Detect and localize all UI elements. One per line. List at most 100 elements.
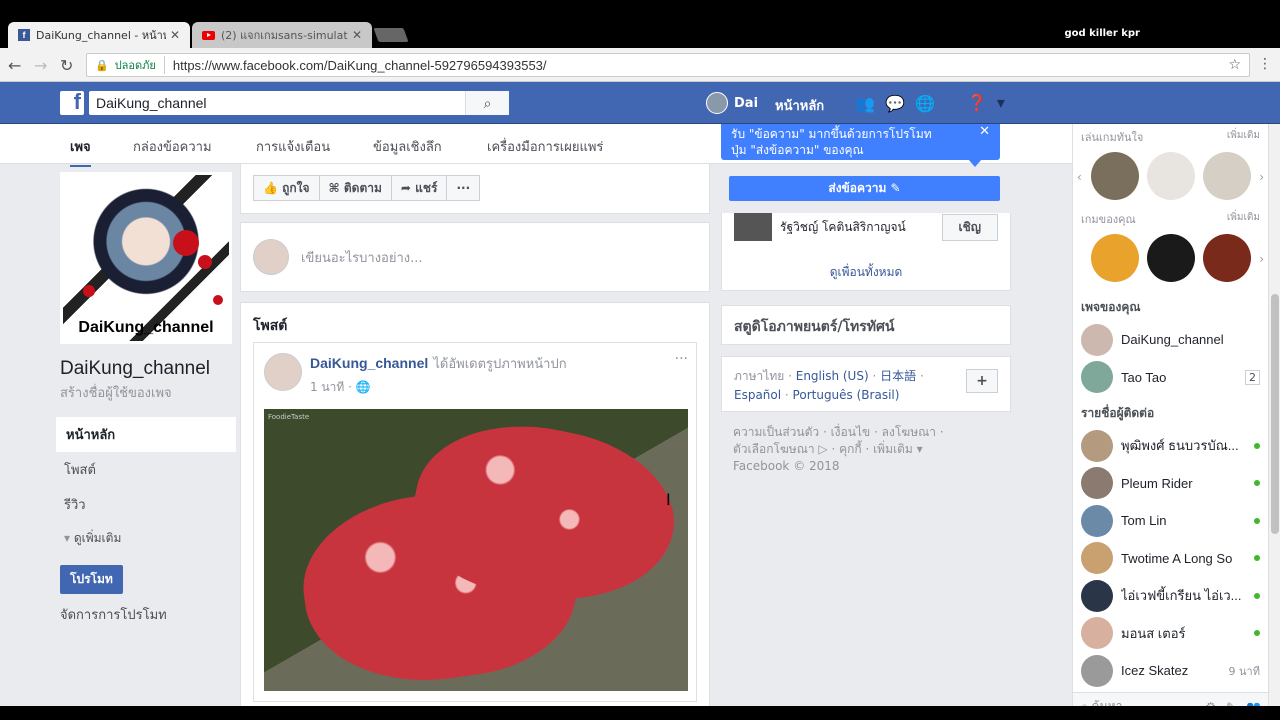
game-thumbnail[interactable]: [1147, 152, 1195, 200]
follow-label: ติดตาม: [343, 180, 382, 195]
game-thumbnail[interactable]: [1091, 152, 1139, 200]
game-thumbnail[interactable]: [1203, 152, 1251, 200]
see-all-friends-link[interactable]: ดูเพื่อนทั้งหมด: [722, 263, 1010, 282]
language-link-ja[interactable]: 日本語: [880, 369, 916, 383]
messenger-icon[interactable]: 💬: [885, 93, 905, 113]
list-item[interactable]: DaiKung_channel: [1073, 321, 1268, 359]
page-name: Tao Tao: [1121, 369, 1167, 385]
your-games-row: ›: [1073, 232, 1268, 282]
add-language-button[interactable]: +: [966, 369, 998, 393]
tab-inbox[interactable]: กล่องข้อความ: [133, 136, 212, 157]
browser-menu-icon[interactable]: ⋮: [1258, 56, 1272, 72]
notifications-globe-icon[interactable]: 🌐: [915, 93, 935, 113]
page-scrollbar[interactable]: [1268, 124, 1280, 720]
page-title[interactable]: DaiKung_channel: [56, 358, 236, 380]
create-username-link[interactable]: สร้างชื่อผู้ใช้ของเพจ: [56, 382, 236, 403]
close-icon[interactable]: ✕: [979, 124, 990, 140]
post-author-link[interactable]: DaiKung_channel: [310, 355, 428, 371]
friend-name[interactable]: รัฐวิชญ์ โคตินสิริกาญจน์: [780, 218, 942, 237]
language-link-en[interactable]: English (US): [796, 369, 869, 383]
nav-reviews[interactable]: รีวิว: [56, 487, 236, 522]
chevron-right-icon[interactable]: ›: [1259, 170, 1264, 184]
see-more-link[interactable]: ▾ ดูเพิ่มเติม: [56, 522, 236, 555]
footer-line[interactable]: ตัวเลือกโฆษณา ▷ · คุกกี้ · เพิ่มเติม ▾: [733, 441, 1003, 458]
account-menu-chevron-icon[interactable]: ▾: [997, 93, 1005, 112]
close-icon[interactable]: ✕: [170, 28, 180, 42]
manage-promotions-link[interactable]: จัดการการโปรโมท: [56, 604, 236, 625]
browser-tab-facebook[interactable]: f DaiKung_channel - หน้าห... ✕: [8, 22, 190, 48]
tab-notifications[interactable]: การแจ้งเตือน: [256, 136, 330, 157]
browser-tab-youtube[interactable]: (2) แจกเกมsans-simulator.. ✕: [192, 22, 372, 48]
list-item[interactable]: Pleum Rider: [1073, 465, 1268, 503]
tab-publishing-tools[interactable]: เครื่องมือการเผยแพร่: [487, 136, 603, 157]
follow-button[interactable]: ⌘ ติดตาม: [319, 175, 392, 201]
chevron-right-icon[interactable]: ›: [1259, 252, 1264, 266]
avatar[interactable]: [734, 213, 772, 241]
thumbs-up-icon: 👍: [263, 181, 283, 195]
list-item[interactable]: พุฒิพงศ์ ธนบวรบัณ...: [1073, 427, 1268, 465]
chevron-left-icon[interactable]: ‹: [1077, 170, 1082, 184]
scrollbar-thumb[interactable]: [1271, 294, 1279, 534]
send-message-button[interactable]: ส่งข้อความ ✎: [729, 176, 1000, 201]
tab-page[interactable]: เพจ: [70, 136, 91, 167]
secure-label: ปลอดภัย: [115, 56, 165, 74]
list-item[interactable]: ไอ่เวฟขี้เกรียน ไอ่เว...: [1073, 577, 1268, 615]
avatar: [1081, 504, 1113, 537]
post-image[interactable]: FoodieTaste: [264, 409, 688, 691]
contact-name: พุฒิพงศ์ ธนบวรบัณ...: [1121, 438, 1239, 454]
nav-home[interactable]: หน้าหลัก: [56, 417, 236, 452]
list-item[interactable]: Twotime A Long So: [1073, 540, 1268, 578]
game-thumbnail[interactable]: [1203, 234, 1251, 282]
list-item[interactable]: Tom Lin: [1073, 502, 1268, 540]
search-value: DaiKung_channel: [96, 95, 207, 111]
language-link-pt[interactable]: Português (Brasil): [793, 388, 900, 402]
facebook-logo-icon[interactable]: f: [60, 89, 84, 115]
list-item[interactable]: Icez Skatez 9 นาที: [1073, 652, 1268, 690]
page-left-nav: หน้าหลัก โพสต์ รีวิว ▾ ดูเพิ่มเติม: [56, 417, 236, 555]
search-icon[interactable]: ⌕: [465, 91, 509, 115]
close-icon[interactable]: ✕: [352, 28, 362, 42]
promote-button[interactable]: โปรโมท: [60, 565, 123, 594]
list-item[interactable]: มอนส เตอร์: [1073, 615, 1268, 653]
game-thumbnail[interactable]: [1091, 234, 1139, 282]
profile-link[interactable]: Dai: [706, 92, 758, 114]
avatar: [1081, 323, 1113, 356]
browser-profile-name[interactable]: god killer kpr: [1064, 28, 1140, 39]
back-arrow-icon[interactable]: ←: [8, 56, 21, 75]
like-button[interactable]: 👍 ถูกใจ: [253, 175, 320, 201]
lock-icon: 🔒: [95, 58, 109, 72]
post-action-text: ได้อัพเดตรูปภาพหน้าปก: [433, 357, 567, 372]
invite-button[interactable]: เชิญ: [941, 213, 998, 241]
more-link[interactable]: เพิ่มเติม: [1227, 210, 1260, 228]
last-active-time: 9 นาที: [1228, 664, 1260, 678]
footer-line[interactable]: ความเป็นส่วนตัว · เงื่อนไข · ลงโฆษณา ·: [733, 424, 1003, 441]
share-button[interactable]: ➦ แชร์: [391, 175, 448, 201]
home-link[interactable]: หน้าหลัก: [775, 95, 824, 116]
game-thumbnail[interactable]: [1147, 234, 1195, 282]
list-item[interactable]: Tao Tao 2: [1073, 359, 1268, 397]
bookmark-star-icon[interactable]: ☆: [1228, 57, 1241, 73]
more-link[interactable]: เพิ่มเติม: [1227, 128, 1260, 146]
footer-links: ความเป็นส่วนตัว · เงื่อนไข · ลงโฆษณา · ต…: [733, 424, 1003, 475]
url-input[interactable]: 🔒 ปลอดภัย https://www.facebook.com/DaiKu…: [86, 53, 1250, 77]
nav-posts[interactable]: โพสต์: [56, 452, 236, 487]
tab-title: DaiKung_channel - หน้าห...: [36, 29, 166, 42]
page-name: DaiKung_channel: [1121, 332, 1224, 348]
post-options-icon[interactable]: ···: [675, 351, 688, 367]
avatar[interactable]: [264, 353, 302, 391]
new-tab-button[interactable]: [373, 28, 409, 42]
tab-insights[interactable]: ข้อมูลเชิงลึก: [373, 136, 442, 157]
search-input[interactable]: DaiKung_channel ⌕: [89, 91, 509, 115]
online-indicator: [1254, 442, 1260, 449]
reload-icon[interactable]: ↻: [60, 56, 73, 75]
post-composer[interactable]: เขียนอะไรบางอย่าง...: [240, 222, 710, 292]
help-icon[interactable]: ❓: [967, 93, 987, 112]
share-arrow-icon: ➦: [400, 181, 416, 195]
post-timestamp[interactable]: 1 นาที: [310, 380, 344, 394]
more-actions-button[interactable]: ···: [447, 175, 481, 201]
category-label[interactable]: สตูดิโอภาพยนตร์/โทรทัศน์: [721, 305, 1011, 345]
language-link-es[interactable]: Español: [734, 388, 781, 402]
page-profile-picture[interactable]: DaiKung_channel: [60, 172, 232, 344]
friend-requests-icon[interactable]: 👥: [855, 93, 875, 113]
forward-arrow-icon[interactable]: →: [34, 56, 47, 75]
